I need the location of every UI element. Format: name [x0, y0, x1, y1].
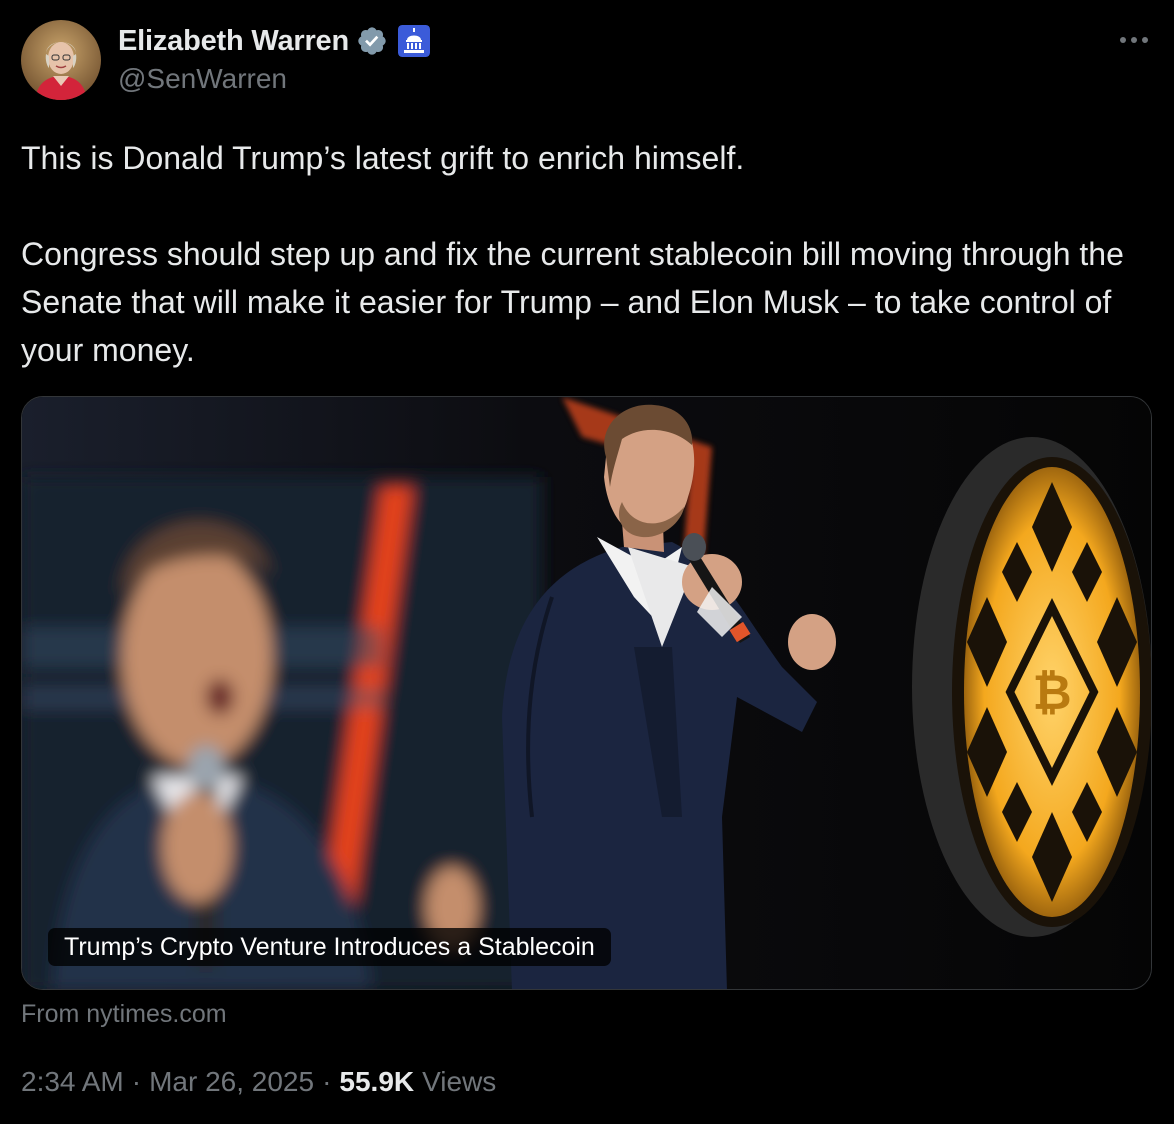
views-count: 55.9K [339, 1066, 415, 1097]
capitol-building-icon[interactable] [398, 25, 430, 57]
meta-separator: · [322, 1066, 332, 1097]
author-name-row: Elizabeth Warren [118, 22, 430, 60]
card-source[interactable]: From nytimes.com [21, 1000, 227, 1029]
tweet-meta: 2:34 AM · Mar 26, 2025 · 55.9K Views [21, 1066, 496, 1098]
tweet-paragraph: Congress should step up and fix the curr… [21, 236, 1124, 368]
tweet: Elizabeth Warren @SenWarren This is Dona… [0, 0, 1174, 1124]
more-dots-icon [1120, 37, 1148, 43]
tweet-date[interactable]: Mar 26, 2025 [149, 1066, 314, 1098]
card-title: Trump’s Crypto Venture Introduces a Stab… [48, 928, 611, 966]
tweet-text: This is Donald Trump’s latest grift to e… [21, 134, 1141, 374]
svg-text:₿: ₿ [1032, 665, 1071, 721]
verified-badge-icon[interactable] [356, 25, 388, 57]
tweet-paragraph: This is Donald Trump’s latest grift to e… [21, 140, 745, 176]
avatar-image [21, 20, 101, 100]
meta-separator: · [131, 1066, 142, 1097]
link-card[interactable]: ₿ Trump’s Crypto Venture Introduces a St… [21, 396, 1152, 990]
views-label: Views [422, 1066, 497, 1097]
avatar[interactable] [21, 20, 101, 100]
author-handle[interactable]: @SenWarren [118, 63, 287, 95]
tweet-time[interactable]: 2:34 AM [21, 1066, 124, 1098]
card-image: ₿ [22, 397, 1151, 989]
more-options-button[interactable] [1116, 26, 1152, 54]
display-name[interactable]: Elizabeth Warren [118, 25, 349, 58]
